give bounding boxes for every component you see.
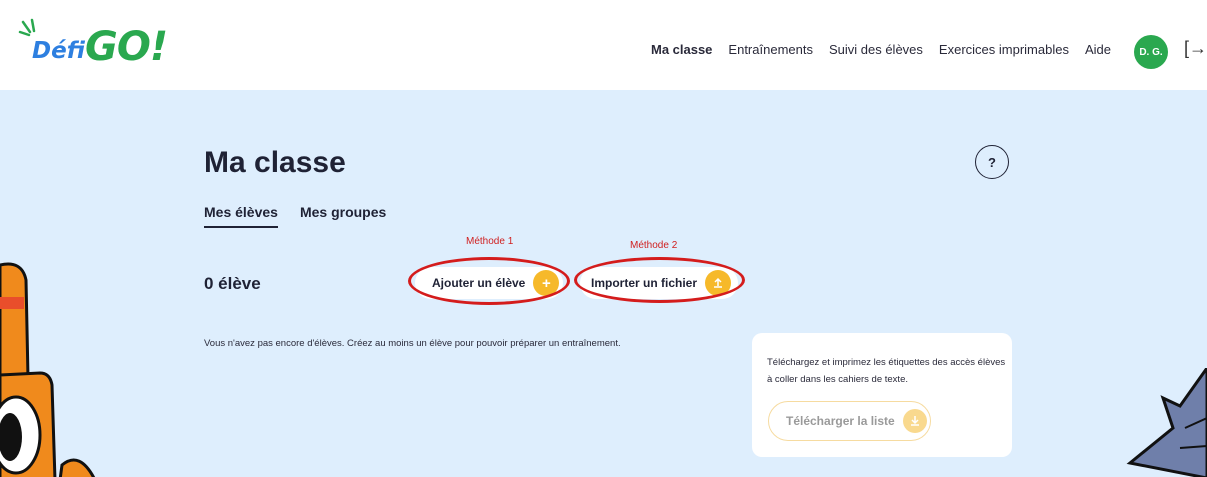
nav-ma-classe[interactable]: Ma classe: [651, 42, 712, 57]
logo-go-text: GO!: [85, 24, 168, 70]
defi-go-logo[interactable]: Défi GO!: [18, 18, 218, 78]
help-button[interactable]: ?: [975, 145, 1009, 179]
download-list-label: Télécharger la liste: [786, 414, 895, 428]
tab-mes-eleves[interactable]: Mes élèves: [204, 204, 278, 228]
student-count: 0 élève: [204, 274, 261, 293]
top-header: Défi GO! Ma classe Entraînements Suivi d…: [0, 0, 1207, 90]
empty-state-text: Vous n'avez pas encore d'élèves. Créez a…: [204, 338, 621, 349]
nav-aide[interactable]: Aide: [1085, 42, 1111, 57]
download-icon: [902, 409, 927, 433]
mascot-right-icon: [1126, 368, 1207, 477]
mascot-left-icon: [0, 262, 96, 477]
method-2-highlight: [574, 257, 745, 303]
class-tabs: Mes élèves Mes groupes: [204, 204, 408, 228]
tab-mes-groupes[interactable]: Mes groupes: [300, 204, 386, 228]
nav-entrainements[interactable]: Entraînements: [728, 42, 813, 57]
download-list-button[interactable]: Télécharger la liste: [768, 401, 931, 441]
avatar[interactable]: D. G.: [1134, 35, 1168, 69]
method-1-annotation: Méthode 1: [466, 236, 514, 247]
method-1-highlight: [408, 257, 570, 305]
main-content: Ma classe ? Mes élèves Mes groupes 0 élè…: [0, 90, 1207, 477]
nav-exercices-imprimables[interactable]: Exercices imprimables: [939, 42, 1069, 57]
main-nav: Ma classe Entraînements Suivi des élèves…: [635, 42, 1111, 57]
logo-defi-text: Défi: [32, 38, 85, 64]
logout-icon[interactable]: [→: [1184, 38, 1207, 59]
method-2-annotation: Méthode 2: [630, 240, 678, 251]
download-card-text: Téléchargez et imprimez les étiquettes d…: [767, 357, 1006, 385]
download-card: Téléchargez et imprimez les étiquettes d…: [752, 333, 1012, 457]
nav-suivi-eleves[interactable]: Suivi des élèves: [829, 42, 923, 57]
page-title: Ma classe: [204, 146, 346, 179]
